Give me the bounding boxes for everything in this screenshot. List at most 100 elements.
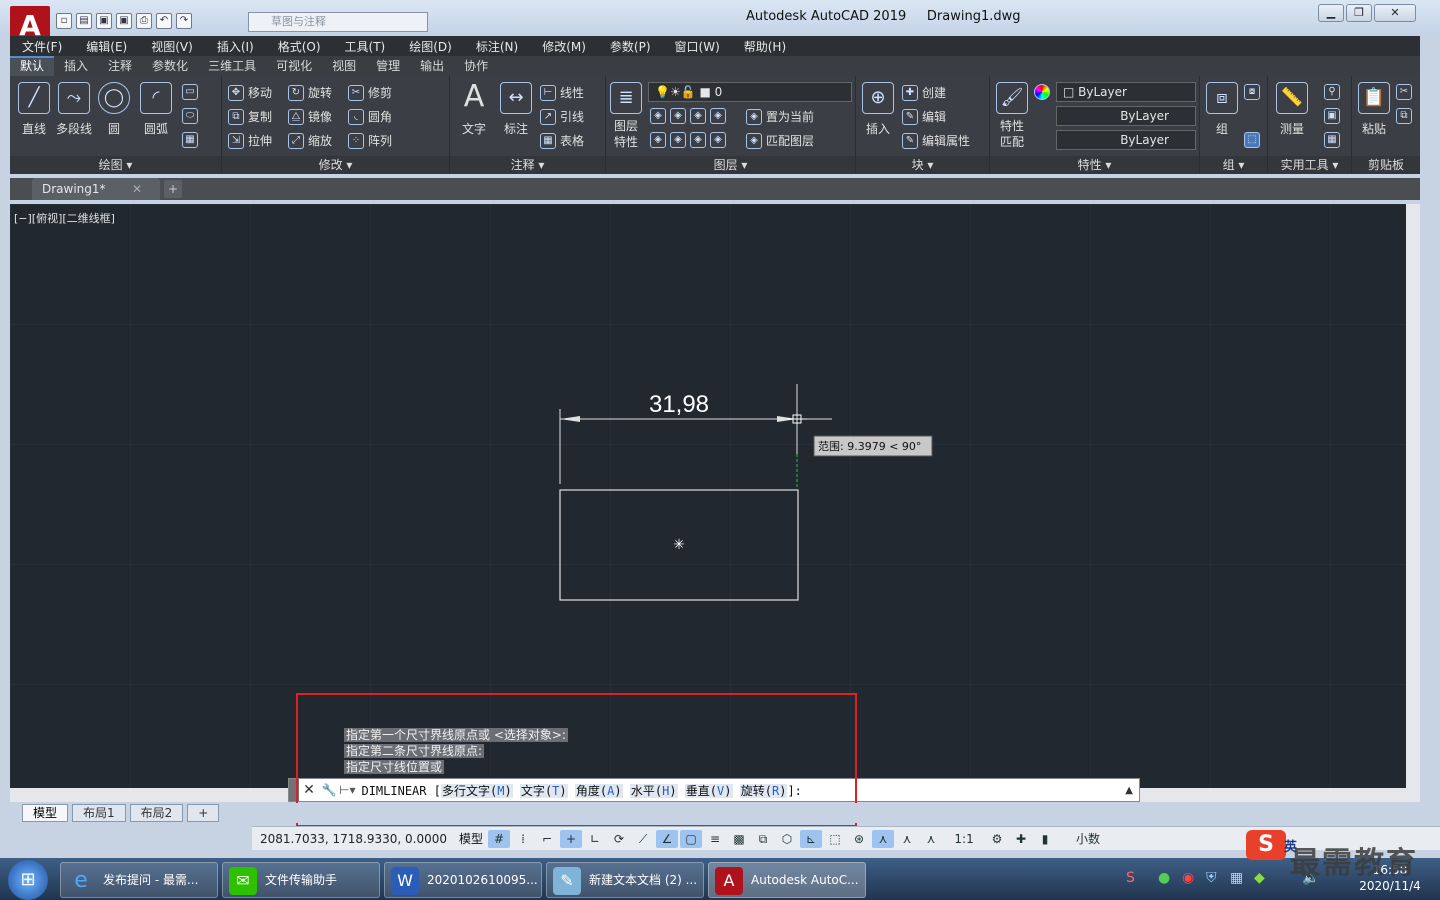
annotation-scale-value[interactable]: 1:1 <box>944 830 984 848</box>
block-panel-title[interactable]: 块 ▾ <box>856 156 989 174</box>
layer-lock-icon[interactable]: ◈ <box>710 108 726 124</box>
annotation-visibility-icon[interactable]: ⋏ <box>872 829 895 848</box>
save-icon[interactable]: ▣ <box>96 13 112 29</box>
undo-icon[interactable]: ↶ <box>156 13 172 29</box>
menu-file[interactable]: 文件(F) <box>10 38 74 55</box>
viewport-controls[interactable]: [−][俯视][二维线框] <box>14 210 115 226</box>
taskbar-item-autocad[interactable]: A Autodesk AutoC... <box>708 862 866 898</box>
stretch-tool[interactable]: ⇲ 拉伸 <box>228 132 272 149</box>
tab-layout2[interactable]: 布局2 <box>129 804 184 822</box>
paste-icon[interactable]: 📋 <box>1358 82 1390 114</box>
match-properties-icon[interactable]: 🖌 <box>996 82 1028 114</box>
properties-panel-title[interactable]: 特性 ▾ <box>990 156 1199 174</box>
copy-clip-icon[interactable]: ⧉ <box>1396 108 1412 124</box>
table-tool[interactable]: ▦ 表格 <box>540 132 584 149</box>
taskbar-item-word[interactable]: W 2020102610095... <box>384 862 542 898</box>
menu-draw[interactable]: 绘图(D) <box>397 38 464 55</box>
workspace-dropdown[interactable]: 草图与注释 <box>248 12 428 32</box>
layer-off-icon[interactable]: ◈ <box>650 108 666 124</box>
group-icon[interactable]: ⧈ <box>1206 82 1238 114</box>
sogou-ime-icon[interactable]: S <box>1246 830 1286 860</box>
units-icon[interactable]: ▮ <box>1034 830 1056 848</box>
measure-icon[interactable]: 📏 <box>1276 82 1308 114</box>
auto-scale-icon[interactable]: ⋏ <box>896 830 918 848</box>
menu-parametric[interactable]: 参数(P) <box>598 38 663 55</box>
lineweight-icon[interactable]: ≡ <box>704 830 726 848</box>
selection-cycling-icon[interactable]: ⧉ <box>752 830 774 848</box>
leader-tool[interactable]: ↗ 引线 <box>540 108 584 125</box>
tab-collaborate[interactable]: 协作 <box>454 56 498 76</box>
menu-edit[interactable]: 编辑(E) <box>74 38 139 55</box>
copy-tool[interactable]: ⧉ 复制 <box>228 108 272 125</box>
coordinates-readout[interactable]: 2081.7033, 1718.9330, 0.0000 <box>252 832 455 846</box>
clipboard-panel-title[interactable]: 剪贴板 <box>1352 156 1420 174</box>
line-icon[interactable]: ╱ <box>18 82 50 114</box>
infer-constraints-icon[interactable]: ⌐ <box>536 830 558 848</box>
object-snap-icon[interactable]: ▢ <box>680 829 703 848</box>
wechat-tray-icon[interactable]: ● <box>1158 870 1170 886</box>
tab-parametric[interactable]: 参数化 <box>142 56 198 76</box>
print-icon[interactable]: ⎙ <box>136 13 152 29</box>
save-as-icon[interactable]: ▣ <box>116 13 132 29</box>
menu-insert[interactable]: 插入(I) <box>205 38 266 55</box>
gizmo-icon[interactable]: ⊛ <box>848 830 870 848</box>
create-block-tool[interactable]: ✚ 创建 <box>902 84 946 101</box>
tab-manage[interactable]: 管理 <box>366 56 410 76</box>
new-tab-button[interactable]: + <box>164 180 182 198</box>
rectangle-tool[interactable]: ▭ <box>182 84 198 100</box>
object-snap-tracking-icon[interactable]: ∠ <box>656 829 679 848</box>
open-folder-icon[interactable]: ▤ <box>76 13 92 29</box>
linear-dim-tool[interactable]: ⊢ 线性 <box>540 84 584 101</box>
layer-unlock-icon[interactable]: ◈ <box>710 132 726 148</box>
layer-isolate-icon[interactable]: ◈ <box>670 108 686 124</box>
modify-panel-title[interactable]: 修改 ▾ <box>222 156 449 174</box>
annotation-panel-title[interactable]: 注释 ▾ <box>450 156 605 174</box>
layer-properties-icon[interactable]: ≣ <box>610 82 642 114</box>
isometric-icon[interactable]: ⟋ <box>632 830 654 848</box>
nvidia-icon[interactable]: ◆ <box>1254 870 1265 886</box>
menu-dimension[interactable]: 标注(N) <box>464 38 530 55</box>
match-layer-tool[interactable]: ◈ 匹配图层 <box>746 132 814 149</box>
rotate-tool[interactable]: ↻ 旋转 <box>288 84 332 101</box>
transparency-icon[interactable]: ▩ <box>728 830 750 848</box>
layer-dropdown[interactable]: 💡☀🔓 ■ 0 <box>648 82 852 102</box>
fillet-tool[interactable]: ◟ 圆角 <box>348 108 392 125</box>
ortho-icon[interactable]: ∟ <box>584 830 606 848</box>
select-all-icon[interactable]: ▣ <box>1324 108 1340 124</box>
shield-icon[interactable]: ⛨ <box>1206 870 1217 886</box>
edit-attributes-tool[interactable]: ✎ 编辑属性 <box>902 132 970 149</box>
command-history-toggle-icon[interactable]: ▲ <box>1125 785 1139 796</box>
text-icon[interactable]: A <box>458 82 490 114</box>
hatch-tool[interactable]: ▦ <box>182 132 198 148</box>
array-tool[interactable]: ⁘ 阵列 <box>348 132 392 149</box>
polar-tracking-icon[interactable]: ⟳ <box>608 830 630 848</box>
tab-insert[interactable]: 插入 <box>54 56 98 76</box>
insert-block-icon[interactable]: ⊕ <box>862 82 894 114</box>
tab-model[interactable]: 模型 <box>22 804 69 822</box>
move-tool[interactable]: ✥ 移动 <box>228 84 272 101</box>
mirror-tool[interactable]: ⧋ 镜像 <box>288 108 332 125</box>
annotation-monitor-icon[interactable]: ✚ <box>1010 830 1032 848</box>
menu-modify[interactable]: 修改(M) <box>530 38 598 55</box>
tab-3d-tools[interactable]: 三维工具 <box>198 56 266 76</box>
taskbar-item-notepad[interactable]: ✎ 新建文本文档 (2) ... <box>546 862 704 898</box>
ellipse-tool[interactable]: ⬭ <box>182 108 198 124</box>
workspace-gear-icon[interactable]: ⚙ <box>986 830 1008 848</box>
tab-annotate[interactable]: 注释 <box>98 56 142 76</box>
model-space-button[interactable]: 模型 <box>455 830 487 847</box>
taskbar-item-ie[interactable]: e 发布提问 - 最需... <box>60 862 218 898</box>
color-wheel-icon[interactable] <box>1034 84 1050 100</box>
color-dropdown[interactable]: □ ByLayer <box>1056 82 1196 102</box>
dimension-icon[interactable]: ↔ <box>500 82 532 114</box>
add-layout-button[interactable]: + <box>187 804 220 822</box>
layer-freeze-icon[interactable]: ◈ <box>690 108 706 124</box>
trim-tool[interactable]: ✂ 修剪 <box>348 84 392 101</box>
dynamic-ucs-icon[interactable]: ⊾ <box>800 829 823 848</box>
lineweight-dropdown[interactable]: ByLayer <box>1056 130 1196 150</box>
menu-format[interactable]: 格式(O) <box>266 38 333 55</box>
linetype-dropdown[interactable]: ByLayer <box>1056 106 1196 126</box>
group-select-icon[interactable]: ⬚ <box>1244 132 1260 148</box>
annotation-scale-icon[interactable]: ⋏ <box>920 830 942 848</box>
tab-visualize[interactable]: 可视化 <box>266 56 322 76</box>
tab-default[interactable]: 默认 <box>10 56 55 76</box>
